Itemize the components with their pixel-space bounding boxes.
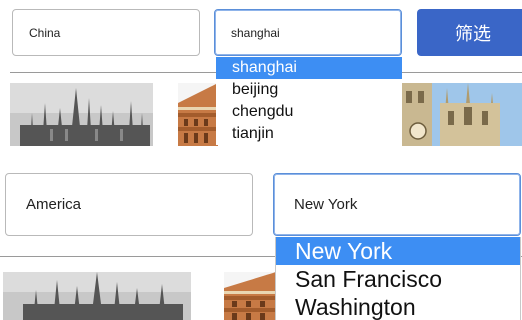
filter-button[interactable]: 筛选	[417, 9, 522, 56]
round-hall-thumbnail[interactable]	[224, 272, 276, 320]
city-option-shanghai[interactable]: shanghai	[216, 57, 402, 79]
round-hall-image	[224, 272, 276, 320]
filter-button-label: 筛选	[455, 23, 491, 45]
city-option-san-francisco[interactable]: San Francisco	[276, 265, 520, 293]
city-input-value: shanghai	[231, 25, 280, 40]
city-dropdown-list: shanghai beijing chengdu tianjin	[216, 57, 402, 145]
city-dropdown-list: New York San Francisco Washington	[275, 237, 521, 320]
country-input-value: America	[26, 196, 82, 213]
city-input-value: New York	[294, 196, 358, 213]
round-hall-thumbnail[interactable]	[178, 83, 218, 146]
city-option-washington[interactable]: Washington	[276, 293, 520, 320]
country-input[interactable]: China	[12, 9, 200, 56]
city-input[interactable]: shanghai	[214, 9, 402, 56]
cathedral-grayscale-thumbnail[interactable]	[10, 83, 153, 146]
city-option-chengdu[interactable]: chengdu	[216, 101, 402, 123]
gothic-church-image	[402, 83, 522, 146]
round-hall-image	[178, 83, 218, 146]
city-option-new-york[interactable]: New York	[276, 237, 520, 265]
city-option-tianjin[interactable]: tianjin	[216, 123, 402, 145]
cathedral-grayscale-image	[3, 272, 191, 320]
city-input[interactable]: New York	[273, 173, 521, 236]
country-input[interactable]: America	[5, 173, 253, 236]
cathedral-grayscale-image	[10, 83, 153, 146]
country-input-value: China	[29, 25, 61, 40]
cathedral-grayscale-thumbnail[interactable]	[3, 272, 191, 320]
city-option-beijing[interactable]: beijing	[216, 79, 402, 101]
gothic-church-thumbnail[interactable]	[402, 83, 522, 146]
